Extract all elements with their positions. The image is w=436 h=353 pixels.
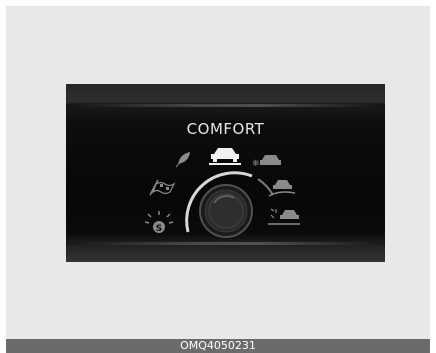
comfort-car-icon[interactable]: [209, 148, 241, 165]
figure-code: OMQ4050231: [6, 339, 430, 353]
mud-car-icon[interactable]: [268, 180, 296, 197]
drive-mode-knob-icon[interactable]: [199, 184, 253, 238]
snow-car-icon[interactable]: ❄: [252, 155, 281, 169]
eco-leaf-icon[interactable]: [175, 152, 190, 168]
dial-arc-tail-icon: [257, 178, 274, 196]
smart-mode-icon[interactable]: S: [144, 211, 174, 234]
drive-mode-display: COMFORT S ❄: [66, 84, 385, 262]
sand-car-icon[interactable]: [268, 208, 300, 225]
drive-mode-dial: S ❄: [144, 148, 300, 238]
svg-text:❄: ❄: [252, 159, 260, 169]
svg-text:S: S: [156, 224, 162, 234]
sport-flag-icon[interactable]: [149, 179, 176, 196]
